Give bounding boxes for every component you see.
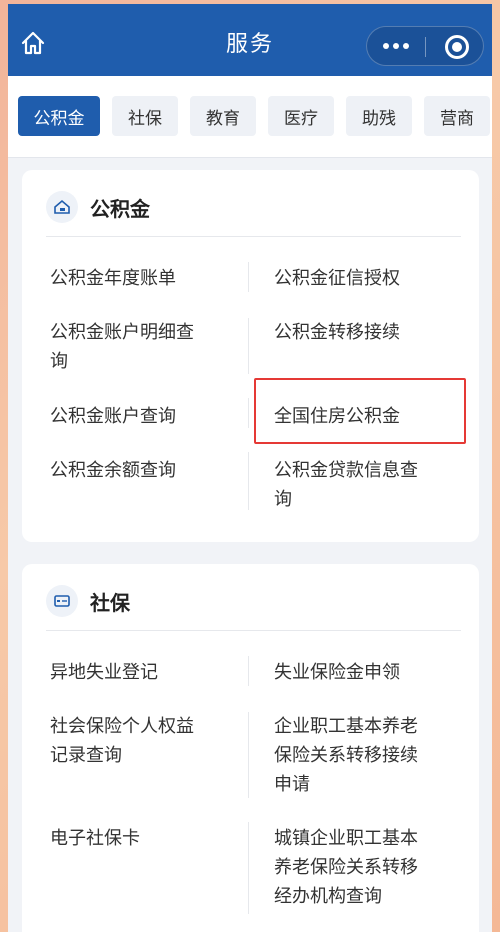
column-divider: [248, 452, 249, 510]
service-item[interactable]: 失业保险金申领: [274, 658, 400, 687]
service-item[interactable]: 公积金征信授权: [274, 264, 400, 293]
service-item[interactable]: 公积金账户明细查: [50, 318, 194, 347]
service-item-cont[interactable]: 询: [274, 485, 292, 514]
column-divider: [248, 398, 249, 428]
category-tabs: 公积金 社保 教育 医疗 助残 营商: [8, 76, 492, 158]
column-divider: [248, 656, 249, 686]
divider: [46, 236, 461, 237]
column-divider: [248, 262, 249, 292]
tab-shebao[interactable]: 社保: [112, 96, 178, 136]
service-item-cont[interactable]: 申请: [274, 770, 310, 799]
service-item[interactable]: 公积金年度账单: [50, 264, 176, 293]
tab-yingshang[interactable]: 营商: [424, 96, 490, 136]
service-item[interactable]: 公积金转移接续: [274, 318, 400, 347]
capsule-menu: [366, 26, 484, 66]
tab-zhucan[interactable]: 助残: [346, 96, 412, 136]
service-item[interactable]: 社会保险个人权益: [50, 712, 194, 741]
column-divider: [248, 318, 249, 374]
capsule-divider: [425, 37, 426, 57]
service-item-cont[interactable]: 记录查询: [50, 741, 122, 770]
more-button[interactable]: [367, 27, 425, 65]
section-card-gongjijin: 公积金 公积金年度账单 公积金征信授权 公积金账户明细查 询 公积金转移接续 公…: [22, 170, 479, 542]
highlight-box: [254, 378, 466, 444]
service-item[interactable]: 公积金余额查询: [50, 456, 176, 485]
service-item-cont[interactable]: 养老保险关系转移: [274, 853, 418, 882]
service-item-cont[interactable]: 保险关系转移接续: [274, 741, 418, 770]
app-frame: 服务 公积金 社保 教育 医疗 助残 营商 公积金 公积金年度账单 公积金征信授…: [8, 4, 492, 932]
section-card-shebao: 社保 异地失业登记 失业保险金申领 社会保险个人权益 记录查询 企业职工基本养老…: [22, 564, 479, 932]
section-title: 社保: [90, 590, 130, 615]
house-fund-icon: [46, 191, 78, 223]
service-item[interactable]: 城镇企业职工基本: [274, 824, 418, 853]
section-title: 公积金: [90, 196, 150, 221]
service-item-cont[interactable]: 询: [50, 347, 68, 376]
section-header: 公积金: [46, 190, 150, 224]
divider: [46, 630, 461, 631]
column-divider: [248, 822, 249, 914]
column-divider: [248, 712, 249, 798]
tab-jiaoyu[interactable]: 教育: [190, 96, 256, 136]
header-bar: 服务: [8, 4, 492, 76]
service-item-cont[interactable]: 经办机构查询: [274, 882, 382, 911]
tab-gongjijin[interactable]: 公积金: [18, 96, 100, 136]
service-item[interactable]: 公积金账户查询: [50, 402, 176, 431]
more-dots-icon: [383, 43, 389, 49]
social-card-icon: [46, 585, 78, 617]
service-item[interactable]: 电子社保卡: [50, 824, 140, 853]
section-header: 社保: [46, 584, 130, 618]
service-item[interactable]: 异地失业登记: [50, 658, 158, 687]
service-item[interactable]: 企业职工基本养老: [274, 712, 418, 741]
service-item[interactable]: 公积金贷款信息查: [274, 456, 418, 485]
tab-yiliao[interactable]: 医疗: [268, 96, 334, 136]
close-button[interactable]: [445, 35, 469, 59]
